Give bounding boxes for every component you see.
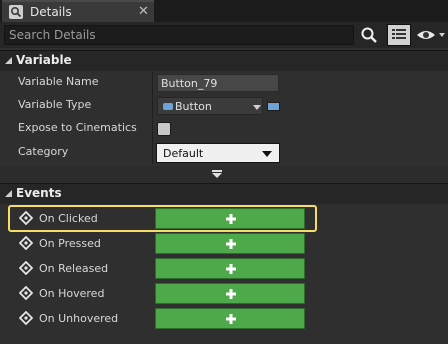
- close-icon[interactable]: ✕: [138, 4, 149, 19]
- property-row-expose-to-cinematics: Expose to Cinematics: [0, 117, 448, 140]
- event-row-on-hovered: On Hovered: [0, 281, 448, 306]
- view-options-eye-icon[interactable]: [416, 26, 446, 44]
- event-diamond-icon: [19, 261, 33, 275]
- property-label: Category: [18, 145, 69, 158]
- property-label: Variable Type: [18, 98, 92, 111]
- event-row-on-pressed: On Pressed: [0, 231, 448, 256]
- property-label: Variable Name: [18, 75, 99, 88]
- chevron-down-icon: [253, 105, 261, 110]
- expand-advanced-arrow-icon: [212, 170, 222, 178]
- details-magnifier-icon: [9, 5, 23, 19]
- plus-icon: [226, 289, 236, 299]
- search-input[interactable]: [4, 25, 354, 45]
- property-row-variable-name: Variable Name: [0, 71, 448, 94]
- tab-strip: Details ✕: [0, 0, 448, 22]
- category-value: Default: [163, 147, 204, 160]
- add-event-button-on-pressed[interactable]: [155, 233, 305, 254]
- event-diamond-icon: [19, 311, 33, 325]
- collapse-arrow-icon: [5, 190, 12, 197]
- search-row: [0, 22, 448, 48]
- category-header-events[interactable]: Events: [0, 183, 448, 204]
- event-label: On Hovered: [39, 287, 105, 300]
- variable-type-value: Button: [175, 100, 212, 113]
- variable-name-field[interactable]: [157, 74, 279, 92]
- event-row-on-released: On Released: [0, 256, 448, 281]
- on-clicked-highlight-outline: [8, 205, 317, 232]
- property-matrix-button[interactable]: [387, 24, 411, 46]
- property-row-variable-type: Variable Type Button: [0, 94, 448, 117]
- tab-title: Details: [30, 5, 72, 19]
- expose-to-cinematics-checkbox[interactable]: [157, 122, 171, 136]
- property-row-category: Category Default: [0, 141, 448, 164]
- variable-type-dropdown[interactable]: Button: [157, 97, 263, 115]
- add-event-button-on-unhovered[interactable]: [155, 308, 305, 329]
- list-view-icon: [392, 29, 406, 39]
- event-diamond-icon: [19, 286, 33, 300]
- event-label: On Unhovered: [39, 312, 119, 325]
- property-label: Expose to Cinematics: [18, 121, 137, 134]
- tab-details[interactable]: Details ✕: [2, 0, 154, 22]
- category-dropdown[interactable]: Default: [156, 143, 280, 163]
- advanced-properties-toggle[interactable]: [0, 166, 448, 182]
- category-title: Events: [16, 186, 62, 200]
- category-header-variable[interactable]: Variable: [0, 50, 448, 71]
- collapse-arrow-icon: [5, 57, 12, 64]
- plus-icon: [226, 314, 236, 324]
- container-type-button[interactable]: [267, 102, 280, 111]
- add-event-button-on-hovered[interactable]: [155, 283, 305, 304]
- category-title: Variable: [16, 53, 72, 67]
- plus-icon: [226, 264, 236, 274]
- plus-icon: [226, 239, 236, 249]
- event-label: On Released: [39, 262, 109, 275]
- chevron-down-icon: [262, 151, 272, 157]
- event-diamond-icon: [19, 236, 33, 250]
- search-icon[interactable]: [360, 26, 378, 44]
- add-event-button-on-released[interactable]: [155, 258, 305, 279]
- object-type-pill-icon: [163, 103, 173, 110]
- event-label: On Pressed: [39, 237, 101, 250]
- event-row-on-unhovered: On Unhovered: [0, 306, 448, 331]
